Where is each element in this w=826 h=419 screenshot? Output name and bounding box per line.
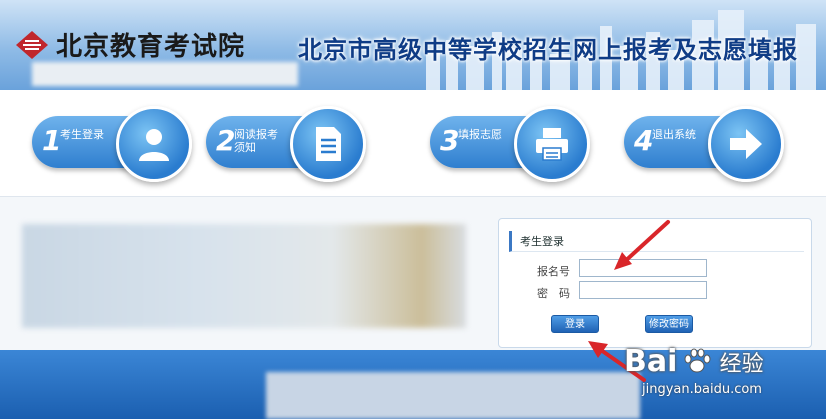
org-name: 北京教育考试院 — [56, 32, 246, 62]
step-number: 2 — [216, 124, 236, 157]
blurred-region — [22, 224, 466, 328]
step-label: 考生登录 — [60, 128, 104, 141]
step-label: 阅读报考须知 — [234, 128, 278, 154]
step-student-login[interactable]: 1 考生登录 — [32, 106, 192, 182]
step-number: 1 — [42, 124, 62, 157]
blurred-region — [32, 62, 298, 86]
watermark-brand-cn: 经验 — [719, 352, 764, 377]
login-button[interactable]: 登录 — [551, 315, 599, 333]
step-navigation: 1 考生登录 2 阅读报考须知 3 填报志愿 4 退出系统 — [0, 90, 826, 197]
arrow-right-icon — [730, 129, 762, 159]
step-number: 4 — [634, 124, 654, 157]
paw-icon — [684, 348, 710, 373]
printer-icon — [536, 128, 568, 161]
watermark-url: jingyan.baidu.com — [642, 382, 762, 397]
site-title: 北京市高级中等学校招生网上报考及志愿填报 — [298, 36, 798, 64]
document-icon — [316, 127, 341, 161]
password-input[interactable] — [579, 281, 707, 299]
step-exit-system[interactable]: 4 退出系统 — [624, 106, 784, 182]
watermark: Bai 经验 jingyan.baidu.com — [624, 344, 764, 397]
org-logo-icon — [16, 30, 48, 59]
login-panel-title: 考生登录 — [520, 235, 564, 248]
header-banner: 北京教育考试院 北京市高级中等学校招生网上报考及志愿填报 — [0, 0, 826, 90]
step-read-notice[interactable]: 2 阅读报考须知 — [206, 106, 366, 182]
step-label: 退出系统 — [652, 128, 696, 141]
org-logo: 北京教育考试院 — [14, 26, 245, 63]
step-label: 填报志愿 — [458, 128, 502, 141]
password-label: 密 码 — [537, 287, 570, 300]
user-icon — [139, 129, 169, 161]
change-password-button[interactable]: 修改密码 — [645, 315, 693, 333]
step-number: 3 — [440, 124, 460, 157]
annotation-arrow — [614, 220, 670, 270]
step-fill-application[interactable]: 3 填报志愿 — [430, 106, 590, 182]
watermark-brand: Bai — [624, 344, 678, 379]
username-label: 报名号 — [537, 265, 570, 278]
